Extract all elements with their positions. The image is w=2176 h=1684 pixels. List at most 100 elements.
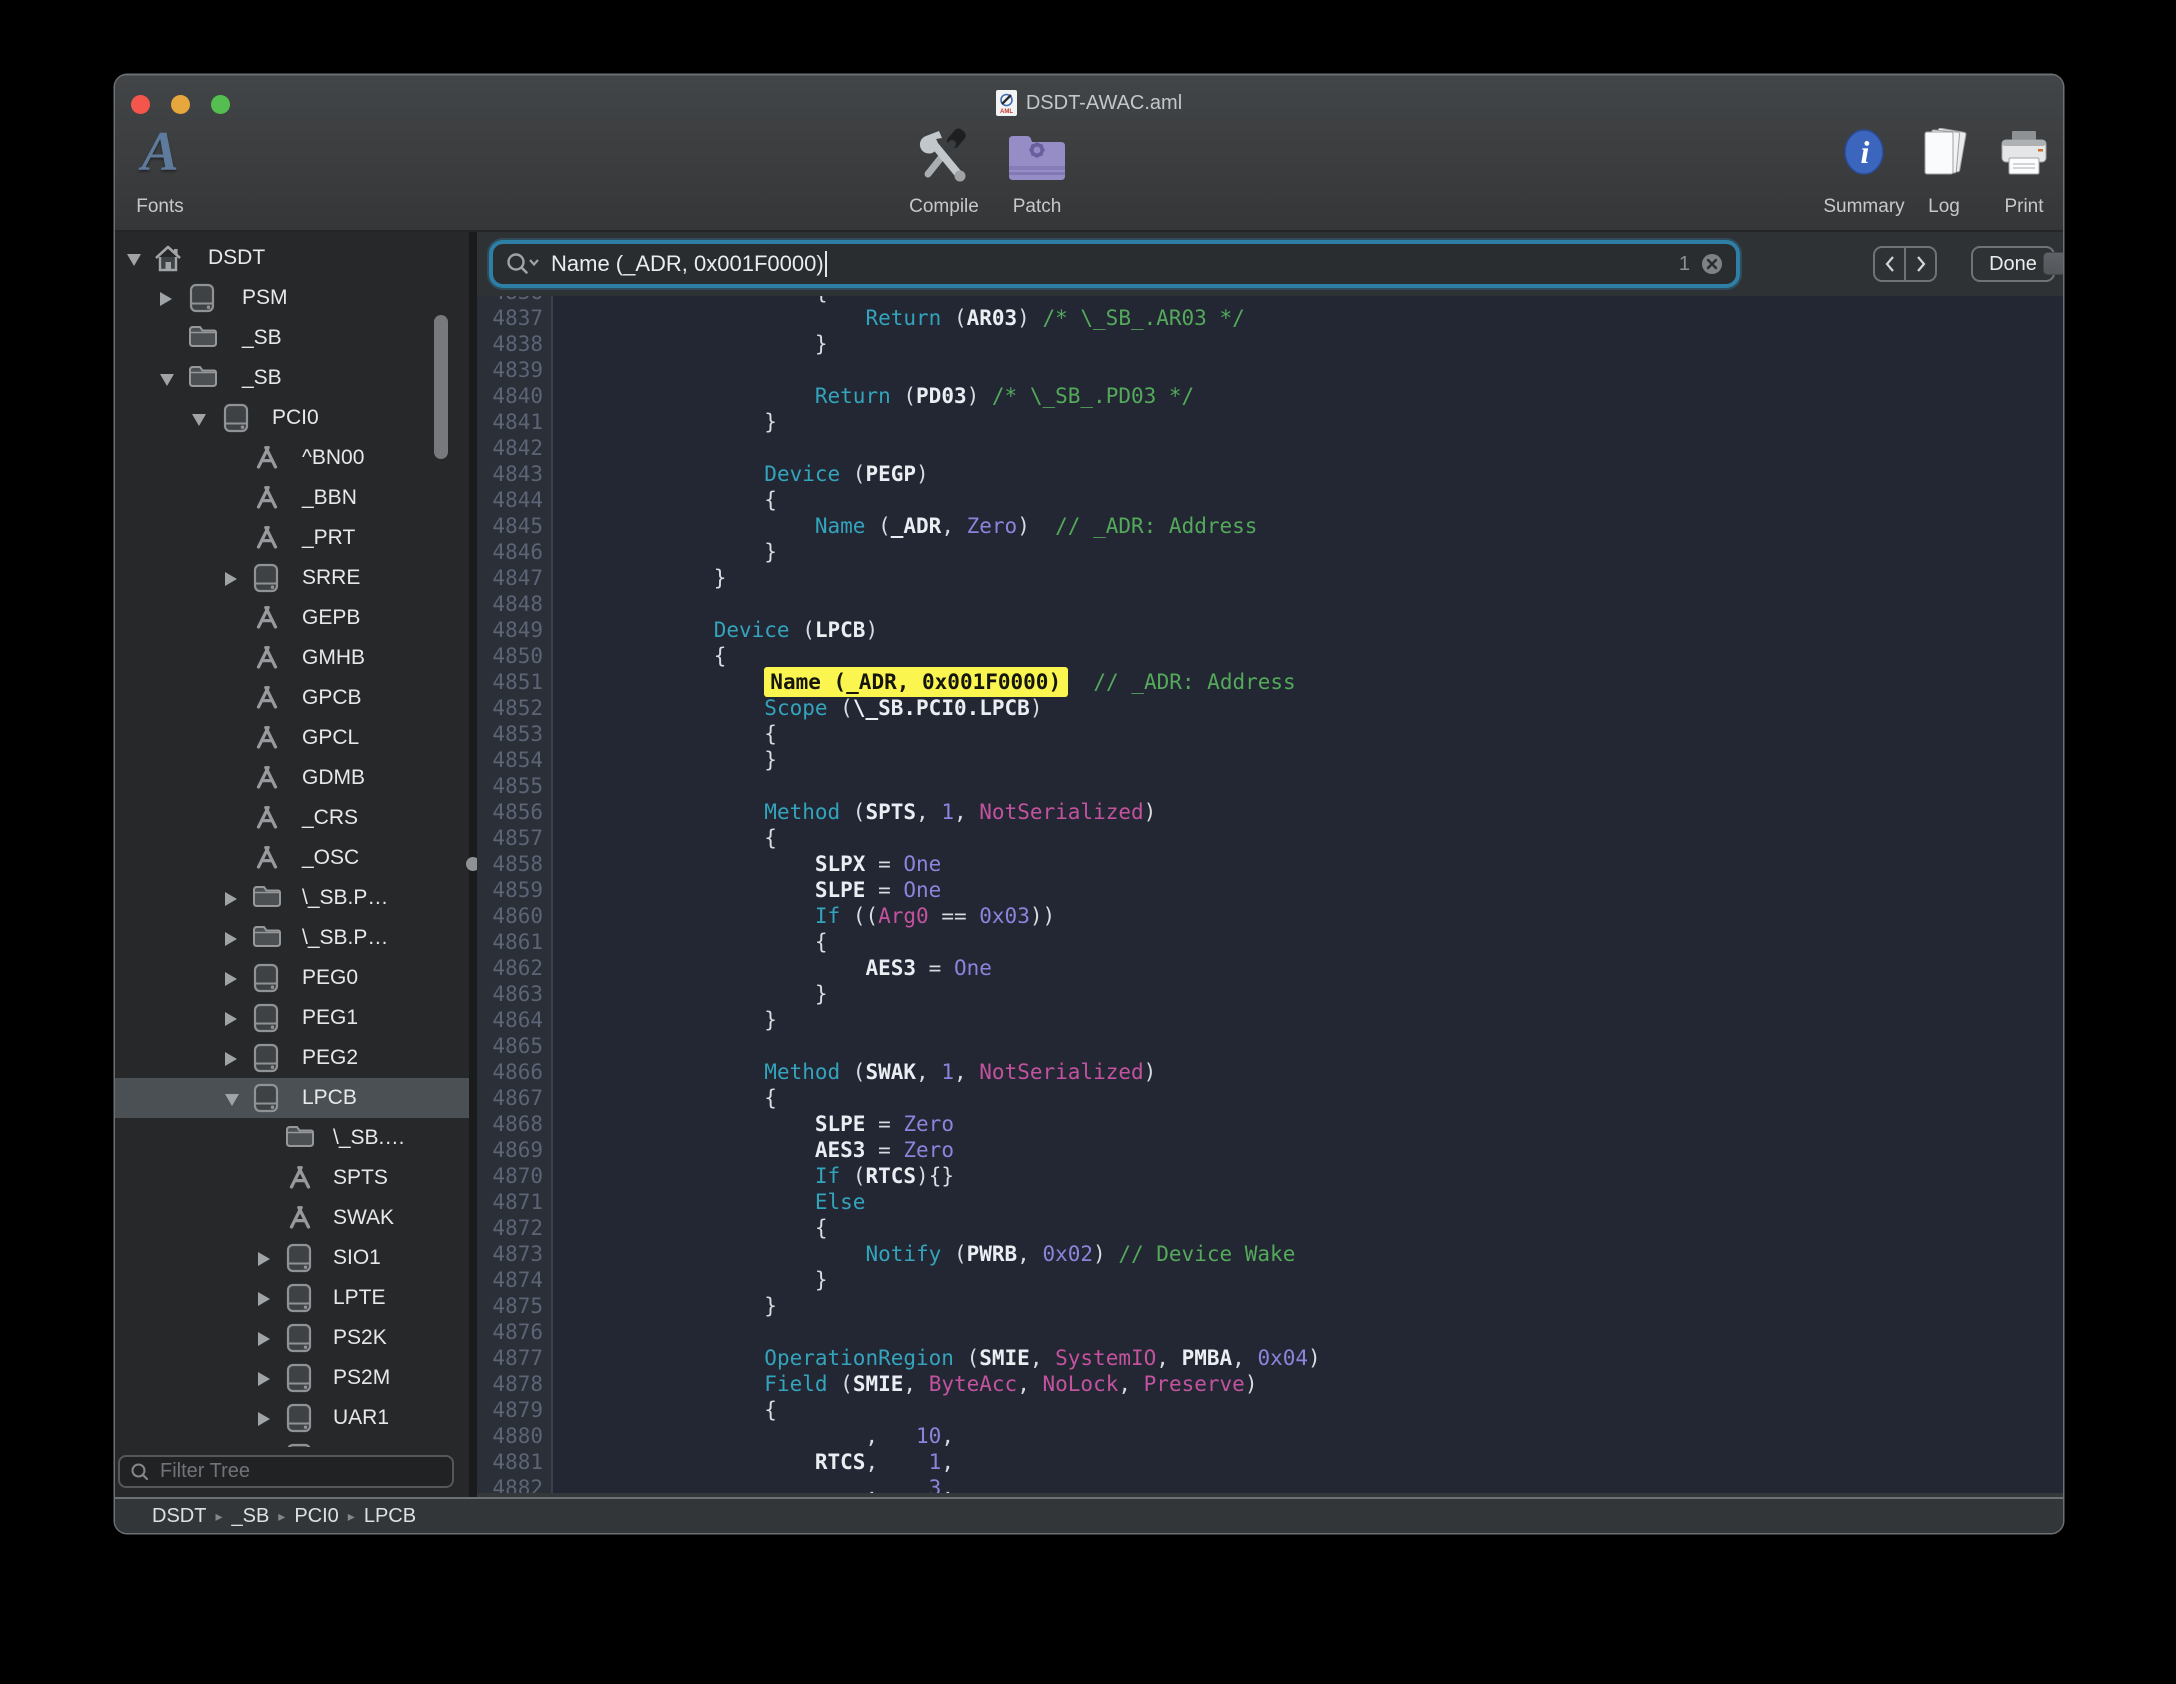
sidebar-item-bbn[interactable]: _BBN [115, 478, 469, 518]
breadcrumb-item-sb[interactable]: _SB [231, 1505, 269, 1528]
code-line-text: } [562, 1267, 828, 1293]
disclosure-open-icon[interactable] [127, 254, 141, 266]
sidebar-item-gepb[interactable]: GEPB [115, 598, 469, 638]
breadcrumb-item-pci0[interactable]: PCI0 [294, 1505, 338, 1528]
sidebar-item-sbp[interactable]: \_SB.P… [115, 918, 469, 958]
disclosure-closed-icon[interactable] [258, 1292, 270, 1306]
disclosure-open-icon[interactable] [225, 1094, 239, 1106]
sidebar-item-sbp[interactable]: \_SB.P… [115, 878, 469, 918]
disclosure-closed-icon[interactable] [258, 1412, 270, 1426]
sidebar-item-uar1[interactable]: UAR1 [115, 1398, 469, 1438]
code-line: 4867 { [477, 1085, 2063, 1111]
breadcrumb-item-lpcb[interactable]: LPCB [364, 1505, 416, 1528]
disclosure-closed-icon[interactable] [258, 1252, 270, 1266]
line-number: 4866 [477, 1059, 553, 1085]
compile-button-label[interactable]: Compile [909, 196, 979, 218]
code-line-text: , 10, [562, 1423, 967, 1449]
log-icon[interactable] [1918, 128, 1970, 183]
code-editor[interactable]: 4836 {4837 Return (AR03) /* \_SB_.AR03 *… [477, 296, 2063, 1493]
sidebar-item-gpcl[interactable]: GPCL [115, 718, 469, 758]
sidebar-item-psm[interactable]: PSM [115, 278, 469, 318]
window-chrome: AML DSDT-AWAC.aml A Fonts Compile [115, 75, 2063, 232]
disclosure-closed-icon[interactable] [225, 932, 237, 946]
code-line: 4875 } [477, 1293, 2063, 1319]
sidebar-item-label: GPCL [302, 726, 359, 750]
disclosure-open-icon[interactable] [160, 374, 174, 386]
sidebar-item-lpcb[interactable]: LPCB [115, 1078, 469, 1118]
sidebar-item-gdmb[interactable]: GDMB [115, 758, 469, 798]
sidebar-item-sb[interactable]: _SB [115, 358, 469, 398]
sidebar-item-prt[interactable]: _PRT [115, 518, 469, 558]
document-icon: AML [996, 90, 1017, 116]
disclosure-closed-icon[interactable] [225, 1012, 237, 1026]
clear-search-icon[interactable] [1700, 252, 1724, 276]
sidebar-item-sb[interactable]: \_SB.… [115, 1118, 469, 1158]
disclosure-closed-icon[interactable] [160, 292, 172, 306]
sidebar-item-peg2[interactable]: PEG2 [115, 1038, 469, 1078]
line-number: 4853 [477, 721, 553, 747]
sidebar-item-peg1[interactable]: PEG1 [115, 998, 469, 1038]
line-number: 4864 [477, 1007, 553, 1033]
disclosure-closed-icon[interactable] [225, 892, 237, 906]
sidebar-item-peg0[interactable]: PEG0 [115, 958, 469, 998]
match-count: 1 [1679, 253, 1690, 276]
sidebar-item-osc[interactable]: _OSC [115, 838, 469, 878]
sidebar-item-sio1[interactable]: SIO1 [115, 1238, 469, 1278]
disclosure-closed-icon[interactable] [258, 1372, 270, 1386]
disclosure-closed-icon[interactable] [225, 1052, 237, 1066]
sidebar-item-label: LPCB [302, 1086, 357, 1110]
replace-checkbox[interactable] [2043, 252, 2063, 275]
filter-tree-input[interactable] [158, 1459, 422, 1484]
device-icon [252, 1043, 282, 1073]
next-match-button[interactable] [1906, 248, 1935, 280]
fonts-icon[interactable]: A [141, 124, 178, 180]
line-number: 4850 [477, 643, 553, 669]
code-line-text: { [562, 1085, 777, 1111]
line-number: 4842 [477, 435, 553, 461]
patch-icon[interactable] [1006, 132, 1068, 187]
disclosure-open-icon[interactable] [192, 414, 206, 426]
filter-tree-field[interactable] [118, 1455, 454, 1488]
sidebar-item-dsdt[interactable]: DSDT [115, 238, 469, 278]
breadcrumb-item-dsdt[interactable]: DSDT [152, 1505, 206, 1528]
code-line: 4850 { [477, 643, 2063, 669]
log-button-label[interactable]: Log [1928, 196, 1960, 218]
compile-icon[interactable] [914, 126, 974, 193]
sidebar-scrollbar[interactable] [434, 315, 448, 459]
sidebar-item-lpte[interactable]: LPTE [115, 1278, 469, 1318]
summary-button-label[interactable]: Summary [1823, 196, 1904, 218]
sidebar-item-gpcb[interactable]: GPCB [115, 678, 469, 718]
fonts-button-label[interactable]: Fonts [136, 196, 184, 218]
close-button[interactable] [131, 95, 150, 114]
sidebar-item-bn00[interactable]: ^BN00 [115, 438, 469, 478]
summary-icon[interactable]: i [1843, 128, 1885, 181]
sidebar-item-ps2m[interactable]: PS2M [115, 1358, 469, 1398]
minimize-button[interactable] [171, 95, 190, 114]
sidebar-item-ps2k[interactable]: PS2K [115, 1318, 469, 1358]
search-input[interactable]: Name (_ADR, 0x001F0000) 1 [493, 244, 1736, 284]
code-line: 4844 { [477, 487, 2063, 513]
zoom-button[interactable] [211, 95, 230, 114]
disclosure-closed-icon[interactable] [225, 972, 237, 986]
breadcrumb-separator-icon: ▸ [215, 1508, 222, 1525]
previous-match-button[interactable] [1875, 248, 1906, 280]
sidebar-item-sb[interactable]: _SB [115, 318, 469, 358]
code-line: 4837 Return (AR03) /* \_SB_.AR03 */ [477, 305, 2063, 331]
disclosure-closed-icon[interactable] [258, 1332, 270, 1346]
device-icon [285, 1363, 315, 1393]
print-icon[interactable] [1996, 130, 2052, 183]
sidebar-item-spts[interactable]: SPTS [115, 1158, 469, 1198]
print-button-label[interactable]: Print [2004, 196, 2043, 218]
sidebar-item-srre[interactable]: SRRE [115, 558, 469, 598]
sidebar-item-swak[interactable]: SWAK [115, 1198, 469, 1238]
disclosure-closed-icon[interactable] [225, 572, 237, 586]
code-line-text: } [562, 981, 828, 1007]
sidebar-item-crs[interactable]: _CRS [115, 798, 469, 838]
sidebar-item-gmhb[interactable]: GMHB [115, 638, 469, 678]
sidebar-item-label: GPCB [302, 686, 362, 710]
method-icon [285, 1163, 315, 1193]
method-icon [252, 523, 282, 553]
patch-button-label[interactable]: Patch [1013, 196, 1062, 218]
sidebar-item-pci0[interactable]: PCI0 [115, 398, 469, 438]
line-number: 4882 [477, 1475, 553, 1493]
